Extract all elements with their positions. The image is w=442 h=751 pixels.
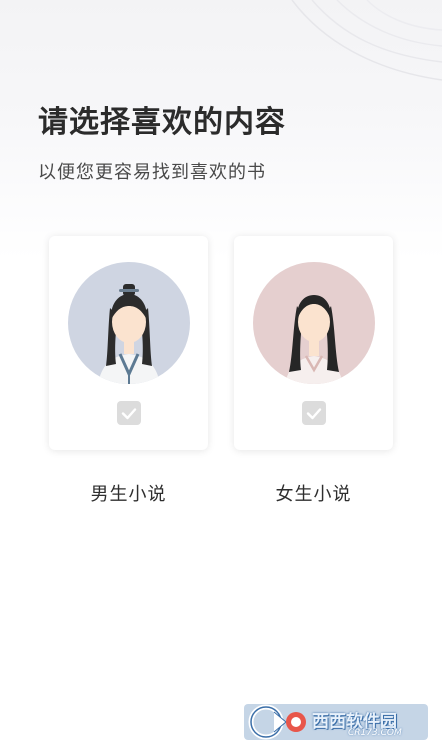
male-novel-card[interactable] (49, 236, 208, 450)
male-novel-label[interactable]: 男生小说 (49, 480, 208, 506)
male-avatar-icon (68, 262, 190, 384)
decorative-wave-lines (291, 0, 442, 81)
page-subtitle: 以便您更容易找到喜欢的书 (38, 162, 266, 183)
male-checkbox[interactable] (117, 401, 141, 425)
female-avatar-icon (253, 262, 375, 384)
page-title: 请选择喜欢的内容 (38, 105, 286, 140)
female-novel-label[interactable]: 女生小说 (234, 480, 393, 506)
preference-selection-screen: 请选择喜欢的内容 以便您更容易找到喜欢的书 男生小说 女生小说 西西软件园 CR… (0, 0, 442, 751)
checkmark-icon (121, 408, 137, 420)
watermark-site: CR173.COM (348, 728, 402, 738)
checkmark-icon (306, 408, 322, 420)
female-checkbox[interactable] (302, 401, 326, 425)
female-novel-card[interactable] (234, 236, 393, 450)
watermark: 西西软件园 CR173.COM (244, 702, 428, 742)
